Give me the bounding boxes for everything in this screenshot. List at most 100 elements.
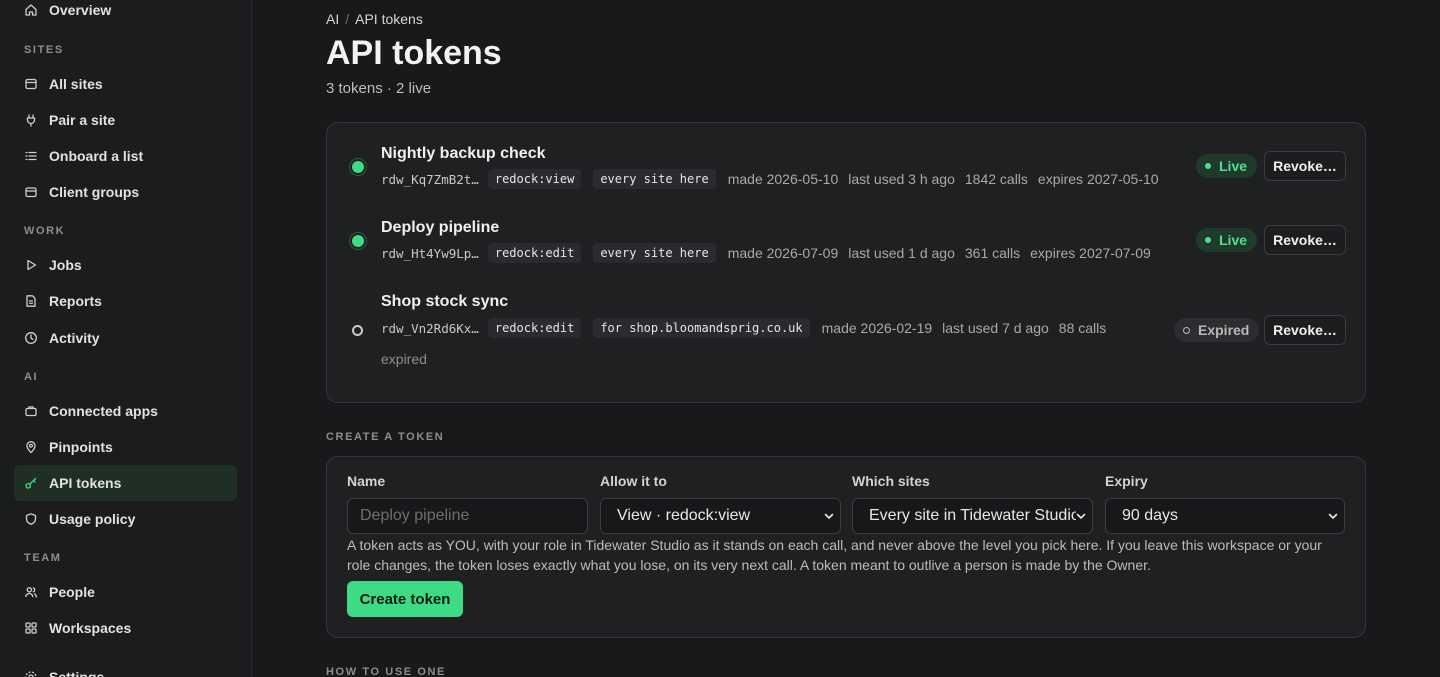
token-expired-note: expired	[381, 351, 427, 367]
sidebar-section-ai: AI	[24, 371, 39, 383]
shield-icon	[25, 513, 37, 525]
token-meta: rdw_Ht4Yw9Lp… redock:edit every site her…	[381, 243, 1161, 263]
sites-field-label: Which sites	[852, 473, 930, 489]
sidebar-item-label: Usage policy	[49, 511, 136, 527]
list-icon	[25, 151, 37, 161]
expiry-select[interactable]: 90 days	[1105, 498, 1345, 534]
sidebar-item-settings[interactable]: Settings	[14, 659, 237, 677]
expiry-field-label: Expiry	[1105, 473, 1148, 489]
breadcrumb: AI / API tokens	[326, 11, 423, 27]
sidebar-item-overview[interactable]: Overview	[14, 0, 237, 28]
allow-select-value: View · redock:view	[617, 507, 751, 524]
status-label: Live	[1219, 232, 1248, 248]
call-count: 361 calls	[964, 245, 1021, 261]
clock-icon	[25, 332, 37, 344]
sidebar-item-connected-apps[interactable]: Connected apps	[14, 393, 237, 429]
expiry-date: expires 2027-07-09	[1030, 245, 1151, 261]
token-name: Deploy pipeline	[381, 219, 500, 236]
sidebar-section-team: TEAM	[24, 552, 62, 564]
sidebar-item-label: People	[49, 584, 95, 600]
sidebar-item-api-tokens[interactable]: API tokens	[14, 465, 237, 501]
revoke-button[interactable]: Revoke…	[1264, 315, 1346, 345]
sidebar-item-activity[interactable]: Activity	[14, 320, 237, 356]
sidebar-item-onboard-a-list[interactable]: Onboard a list	[14, 138, 237, 174]
sites-chip: every site here	[593, 169, 716, 189]
breadcrumb-parent-link[interactable]: AI	[326, 11, 339, 27]
create-token-form: Name Deploy pipeline Allow it to View · …	[326, 456, 1366, 638]
plug-icon	[26, 114, 36, 127]
document-icon	[26, 295, 36, 307]
made-date: made 2026-05-10	[727, 171, 839, 187]
token-meta: rdw_Vn2Rd6Kx… redock:edit for shop.bloom…	[381, 318, 1116, 338]
breadcrumb-separator: /	[345, 11, 350, 27]
sidebar-item-reports[interactable]: Reports	[14, 283, 237, 319]
sidebar-item-label: Activity	[49, 330, 100, 346]
last-used: last used 1 d ago	[848, 245, 955, 261]
gear-icon	[25, 671, 37, 677]
sidebar-item-people[interactable]: People	[14, 574, 237, 610]
briefcase-icon	[25, 406, 37, 417]
live-status-dot	[352, 235, 364, 247]
chevron-down-icon	[1328, 513, 1338, 519]
sidebar-item-pair-a-site[interactable]: Pair a site	[14, 102, 237, 138]
users-icon	[25, 587, 37, 598]
sidebar-item-label: Settings	[49, 669, 105, 677]
folder-icon	[25, 187, 37, 198]
sidebar: Overview SITES All sites Pair a site Onb…	[0, 0, 252, 677]
play-icon	[27, 259, 37, 271]
key-icon	[25, 477, 37, 489]
name-input[interactable]: Deploy pipeline	[347, 498, 588, 534]
sidebar-item-workspaces[interactable]: Workspaces	[14, 610, 237, 646]
status-badge: Live	[1196, 228, 1258, 252]
status-badge: Live	[1196, 154, 1258, 178]
revoke-button[interactable]: Revoke…	[1264, 151, 1346, 181]
sidebar-item-label: Pair a site	[49, 112, 116, 128]
sidebar-item-label: Jobs	[49, 257, 82, 273]
made-date: made 2026-07-09	[727, 245, 839, 261]
status-dot-icon	[1205, 163, 1211, 169]
sidebar-item-all-sites[interactable]: All sites	[14, 66, 237, 102]
grid-icon	[25, 622, 37, 634]
token-name: Nightly backup check	[381, 145, 546, 162]
name-field-label: Name	[347, 473, 386, 489]
breadcrumb-current: API tokens	[355, 11, 423, 27]
sidebar-item-label: Connected apps	[49, 403, 158, 419]
call-count: 1842 calls	[964, 171, 1028, 187]
status-label: Live	[1219, 158, 1248, 174]
create-token-button[interactable]: Create token	[347, 581, 463, 617]
revoke-button[interactable]: Revoke…	[1264, 225, 1346, 255]
sidebar-item-client-groups[interactable]: Client groups	[14, 174, 237, 210]
token-name: Shop stock sync	[381, 293, 509, 310]
chevron-down-icon	[824, 513, 834, 519]
token-id: rdw_Vn2Rd6Kx…	[381, 320, 479, 336]
token-row: Nightly backup check rdw_Kq7ZmB2t… redoc…	[327, 123, 1367, 197]
sites-select-value: Every site in Tidewater Studio	[869, 507, 1080, 524]
sidebar-item-label: Workspaces	[49, 620, 132, 636]
browser-window-icon	[25, 78, 37, 90]
sidebar-item-pinpoints[interactable]: Pinpoints	[14, 429, 237, 465]
page-subtitle: 3 tokens · 2 live	[326, 80, 432, 97]
sidebar-item-label: Reports	[49, 293, 102, 309]
token-row: Deploy pipeline rdw_Ht4Yw9Lp… redock:edi…	[327, 197, 1367, 271]
sidebar-item-label: Pinpoints	[49, 439, 113, 455]
chevron-down-icon	[1076, 511, 1086, 521]
sites-select[interactable]: Every site in Tidewater Studio	[852, 498, 1093, 534]
status-dot-icon	[1183, 326, 1190, 334]
allow-select[interactable]: View · redock:view	[600, 498, 841, 534]
how-to-use-heading: HOW TO USE ONE	[326, 666, 446, 677]
last-used: last used 3 h ago	[848, 171, 955, 187]
sidebar-item-usage-policy[interactable]: Usage policy	[14, 501, 237, 537]
live-status-dot	[352, 161, 364, 173]
expiry-date: expires 2027-05-10	[1037, 171, 1159, 187]
token-help-text: A token acts as YOU, with your role in T…	[347, 537, 1322, 573]
map-pin-icon	[26, 441, 36, 454]
page-title: API tokens	[326, 34, 502, 72]
call-count: 88 calls	[1058, 320, 1107, 336]
made-date: made 2026-02-19	[821, 320, 933, 336]
scope-chip: redock:edit	[487, 318, 582, 338]
token-list-card: Nightly backup check rdw_Kq7ZmB2t… redoc…	[326, 122, 1366, 403]
allow-field-label: Allow it to	[600, 473, 667, 489]
sidebar-item-jobs[interactable]: Jobs	[14, 247, 237, 283]
status-label: Expired	[1198, 322, 1250, 338]
sidebar-section-work: WORK	[24, 225, 66, 237]
